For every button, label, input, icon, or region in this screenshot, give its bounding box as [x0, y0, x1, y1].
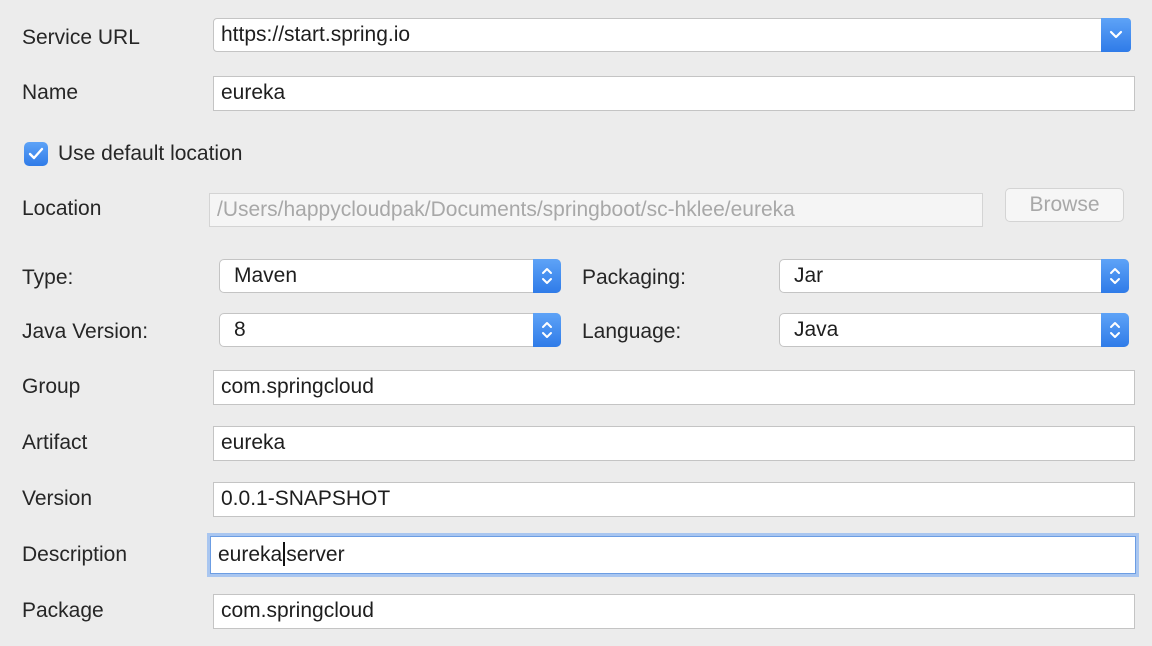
- description-text-after-cursor: server: [286, 543, 345, 566]
- version-input[interactable]: 0.0.1-SNAPSHOT: [213, 482, 1135, 517]
- language-select-button[interactable]: [1101, 313, 1129, 347]
- chevron-updown-icon: [542, 322, 552, 338]
- language-value: Java: [794, 318, 839, 341]
- description-label: Description: [22, 543, 128, 566]
- description-input[interactable]: eureka server: [210, 536, 1136, 574]
- package-label: Package: [22, 599, 104, 622]
- java-version-label: Java Version:: [22, 320, 149, 343]
- chevron-updown-icon: [1110, 268, 1120, 284]
- language-select[interactable]: Java: [779, 313, 1129, 347]
- name-input[interactable]: eureka: [213, 76, 1135, 111]
- checkmark-icon: [28, 147, 44, 160]
- use-default-location-label: Use default location: [58, 142, 243, 165]
- chevron-updown-icon: [1110, 322, 1120, 338]
- package-input[interactable]: com.springcloud: [213, 594, 1135, 629]
- description-text-before-cursor: eureka: [218, 543, 283, 566]
- group-label: Group: [22, 375, 81, 398]
- type-select-button[interactable]: [533, 259, 561, 293]
- language-label: Language:: [582, 320, 682, 343]
- java-version-select[interactable]: 8: [219, 313, 561, 347]
- location-input: /Users/happycloudpak/Documents/springboo…: [209, 193, 983, 227]
- packaging-value: Jar: [794, 264, 824, 287]
- service-url-combobox[interactable]: https://start.spring.io: [213, 18, 1131, 52]
- chevron-down-icon: [1109, 30, 1123, 39]
- artifact-label: Artifact: [22, 431, 88, 454]
- java-version-select-button[interactable]: [533, 313, 561, 347]
- service-url-dropdown-button[interactable]: [1101, 18, 1131, 52]
- type-label: Type:: [22, 266, 74, 289]
- name-label: Name: [22, 81, 79, 104]
- artifact-input[interactable]: eureka: [213, 426, 1135, 461]
- use-default-location-checkbox[interactable]: [24, 142, 48, 166]
- packaging-select[interactable]: Jar: [779, 259, 1129, 293]
- type-select[interactable]: Maven: [219, 259, 561, 293]
- location-label: Location: [22, 197, 102, 220]
- type-value: Maven: [234, 264, 298, 287]
- chevron-updown-icon: [542, 268, 552, 284]
- group-input[interactable]: com.springcloud: [213, 370, 1135, 405]
- java-version-value: 8: [234, 318, 246, 341]
- packaging-select-button[interactable]: [1101, 259, 1129, 293]
- version-label: Version: [22, 487, 93, 510]
- service-url-label: Service URL: [22, 26, 140, 49]
- service-url-value: https://start.spring.io: [221, 23, 411, 46]
- browse-button: Browse: [1005, 188, 1124, 222]
- packaging-label: Packaging:: [582, 266, 686, 289]
- text-cursor: [283, 542, 286, 566]
